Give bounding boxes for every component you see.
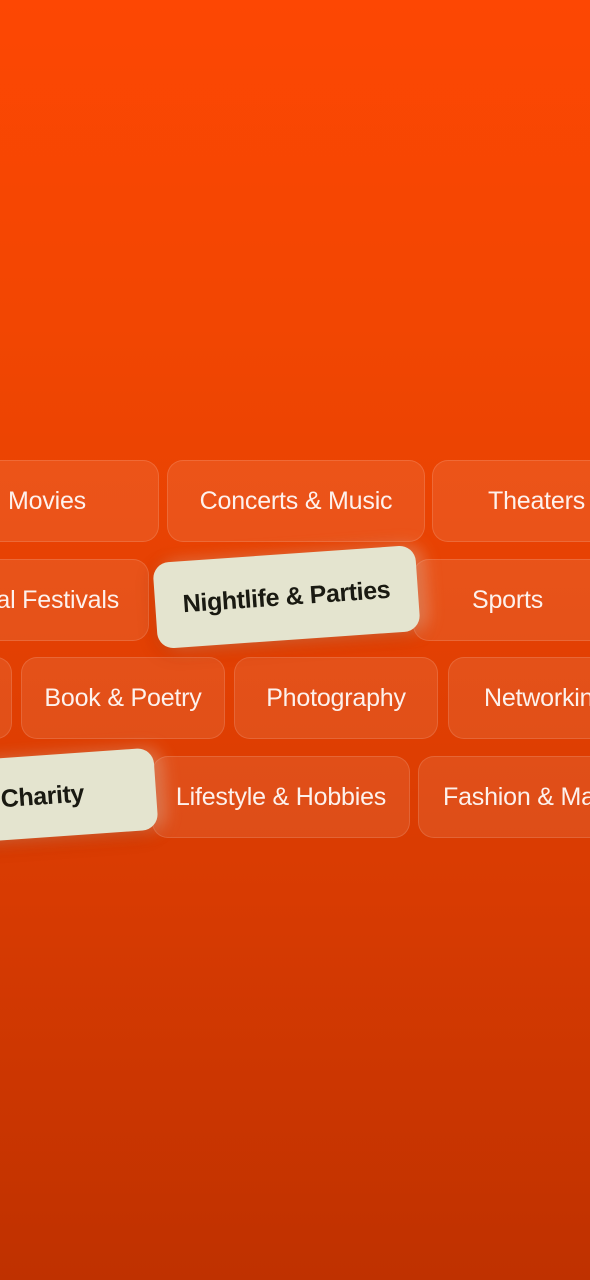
chip-sports[interactable]: Sports <box>413 559 590 641</box>
chip-label: Sports <box>472 585 544 614</box>
chip-label: Theaters <box>488 486 586 515</box>
chip-label: Nightlife & Parties <box>181 575 392 618</box>
chip-label: Book & Poetry <box>44 683 202 712</box>
chip-movies[interactable]: Movies <box>0 460 159 542</box>
chip-concerts-music[interactable]: Concerts & Music <box>167 460 425 542</box>
chip-nightlife-parties[interactable]: Nightlife & Parties <box>152 544 421 650</box>
chip-charity[interactable]: Charity <box>0 747 159 845</box>
chip-label: Networkin <box>484 683 590 712</box>
chip-book-poetry[interactable]: Book & Poetry <box>21 657 225 739</box>
chip-label: Movies <box>8 486 86 515</box>
chip-label: Charity <box>0 779 85 813</box>
category-chips-area: Movies Concerts & Music Theaters al Fest… <box>0 0 590 1280</box>
chip-label: Concerts & Music <box>199 486 393 515</box>
chip-theaters[interactable]: Theaters <box>432 460 590 542</box>
chip-photography[interactable]: Photography <box>234 657 438 739</box>
chip-lifestyle-hobbies[interactable]: Lifestyle & Hobbies <box>152 756 410 838</box>
chip-festivals[interactable]: al Festivals <box>0 559 149 641</box>
chip-fashion[interactable]: Fashion & Ma <box>418 756 590 838</box>
chip-label: Lifestyle & Hobbies <box>175 782 387 811</box>
chip-networking[interactable]: Networkin <box>448 657 590 739</box>
chip-label: al Festivals <box>0 585 119 614</box>
chip-label: Photography <box>266 683 406 712</box>
chip-partial[interactable] <box>0 657 12 739</box>
chip-label: Fashion & Ma <box>443 782 590 811</box>
